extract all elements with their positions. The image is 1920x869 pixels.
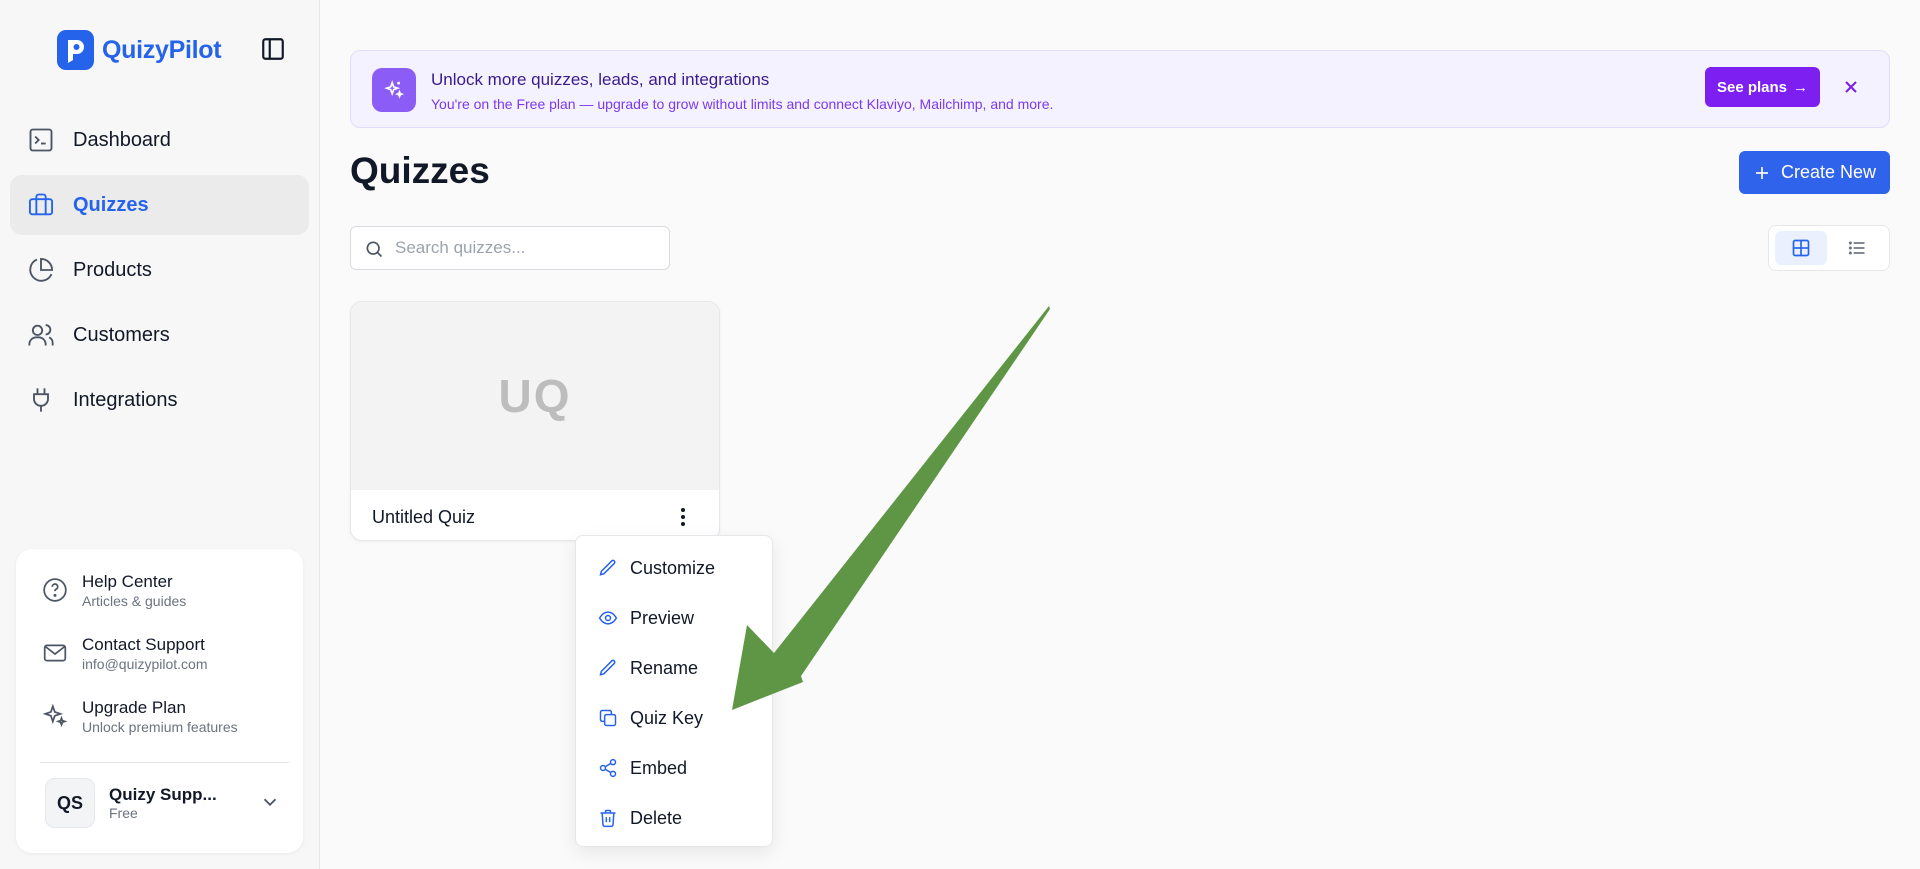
help-circle-icon bbox=[43, 578, 67, 602]
sidebar-item-integrations[interactable]: Integrations bbox=[10, 370, 309, 430]
list-icon bbox=[1848, 241, 1865, 255]
sidebar-item-products[interactable]: Products bbox=[10, 240, 309, 300]
sidebar-item-label: Customers bbox=[73, 323, 170, 346]
see-plans-label: See plans bbox=[1716, 78, 1788, 96]
search-box bbox=[350, 226, 670, 270]
plus-icon bbox=[1755, 166, 1768, 179]
grid-icon bbox=[1792, 239, 1810, 257]
copy-icon bbox=[599, 709, 617, 727]
quiz-context-menu: Customize Preview Rename Quiz Key Embed … bbox=[575, 535, 773, 847]
close-banner-button[interactable] bbox=[1841, 77, 1861, 97]
trash-icon bbox=[600, 809, 616, 828]
mail-icon bbox=[43, 644, 67, 662]
sidebar-item-dashboard[interactable]: Dashboard bbox=[10, 110, 309, 170]
menu-item-label: Customize bbox=[630, 557, 716, 578]
brand-name: QuizyPilot bbox=[102, 35, 222, 64]
upgrade-plan-link[interactable]: Upgrade Plan Unlock premium features bbox=[42, 697, 238, 736]
create-new-button[interactable]: Create New bbox=[1739, 151, 1890, 194]
sidebar-item-label: Products bbox=[73, 258, 152, 281]
menu-item-preview[interactable]: Preview bbox=[598, 603, 694, 633]
pencil-icon bbox=[599, 659, 616, 676]
sparkles-icon bbox=[42, 703, 68, 728]
help-center-link[interactable]: Help Center Articles & guides bbox=[42, 571, 186, 610]
menu-item-label: Preview bbox=[630, 607, 695, 628]
banner-subtitle: You're on the Free plan — upgrade to gro… bbox=[431, 96, 1054, 112]
eye-icon bbox=[598, 611, 618, 625]
create-new-label: Create New bbox=[1780, 162, 1877, 182]
banner-title: Unlock more quizzes, leads, and integrat… bbox=[431, 70, 770, 89]
contact-support-link[interactable]: Contact Support info@quizypilot.com bbox=[42, 634, 208, 673]
search-input[interactable] bbox=[395, 227, 663, 269]
brand-logo[interactable]: QuizyPilot bbox=[57, 30, 222, 70]
panel-left-icon bbox=[262, 38, 284, 60]
sidebar-toggle-button[interactable] bbox=[258, 34, 288, 64]
sidebar-item-label: Quizzes bbox=[73, 193, 149, 216]
menu-item-label: Quiz Key bbox=[630, 707, 704, 728]
terminal-icon bbox=[29, 128, 53, 152]
help-item-subtitle: info@quizypilot.com bbox=[82, 656, 208, 672]
menu-item-delete[interactable]: Delete bbox=[598, 803, 682, 833]
quiz-initials: UQ bbox=[498, 370, 572, 422]
chevron-down-icon bbox=[263, 798, 277, 807]
arrow-shape bbox=[732, 306, 1050, 710]
sparkles-icon bbox=[372, 68, 416, 112]
sidebar-item-quizzes[interactable]: Quizzes bbox=[10, 175, 309, 235]
upgrade-banner: Unlock more quizzes, leads, and integrat… bbox=[350, 50, 1890, 128]
menu-item-label: Delete bbox=[630, 807, 683, 828]
avatar: QS bbox=[45, 778, 95, 828]
help-card: Help Center Articles & guides Contact Su… bbox=[16, 549, 303, 853]
menu-item-label: Embed bbox=[630, 757, 688, 778]
menu-item-rename[interactable]: Rename bbox=[598, 653, 698, 683]
view-toggle bbox=[1768, 225, 1890, 271]
user-menu[interactable]: QS Quizy Supp... Free bbox=[45, 777, 289, 829]
help-item-title: Help Center bbox=[82, 572, 173, 591]
sidebar-nav: Dashboard Quizzes Products Customers Int… bbox=[10, 110, 309, 435]
sidebar: QuizyPilot Dashboard Quizzes Products Cu… bbox=[0, 0, 320, 869]
grid-view-button[interactable] bbox=[1775, 231, 1827, 265]
sidebar-item-label: Dashboard bbox=[73, 128, 171, 151]
menu-item-customize[interactable]: Customize bbox=[598, 553, 715, 583]
quiz-thumbnail: UQ bbox=[351, 302, 719, 490]
sidebar-item-label: Integrations bbox=[73, 388, 178, 411]
quizypilot-logo-icon bbox=[57, 30, 94, 70]
sidebar-item-customers[interactable]: Customers bbox=[10, 305, 309, 365]
share-icon bbox=[599, 758, 617, 778]
plug-icon bbox=[33, 388, 49, 412]
more-vertical-icon bbox=[681, 508, 685, 512]
page-title: Quizzes bbox=[350, 150, 490, 191]
menu-item-label: Rename bbox=[630, 657, 699, 678]
quiz-card[interactable]: UQ Untitled Quiz bbox=[350, 301, 720, 541]
quiz-title: Untitled Quiz bbox=[372, 507, 476, 527]
pencil-icon bbox=[599, 559, 616, 576]
user-plan: Free bbox=[109, 805, 138, 821]
menu-item-quiz-key[interactable]: Quiz Key bbox=[598, 703, 703, 733]
help-item-title: Contact Support bbox=[82, 635, 205, 654]
list-view-button[interactable] bbox=[1831, 231, 1883, 265]
help-item-subtitle: Unlock premium features bbox=[82, 719, 238, 735]
help-item-subtitle: Articles & guides bbox=[82, 593, 187, 609]
user-name: Quizy Supp... bbox=[109, 785, 217, 804]
arrow-right-icon: → bbox=[1793, 78, 1809, 96]
search-icon bbox=[366, 241, 383, 258]
menu-item-embed[interactable]: Embed bbox=[598, 753, 687, 783]
help-item-title: Upgrade Plan bbox=[82, 698, 186, 717]
close-icon bbox=[1845, 81, 1857, 93]
pie-chart-icon bbox=[29, 257, 54, 282]
quiz-options-button[interactable] bbox=[672, 504, 694, 530]
see-plans-button[interactable]: See plans → bbox=[1705, 67, 1820, 107]
users-icon bbox=[28, 324, 54, 346]
divider bbox=[40, 762, 289, 763]
briefcase-icon bbox=[28, 193, 54, 216]
